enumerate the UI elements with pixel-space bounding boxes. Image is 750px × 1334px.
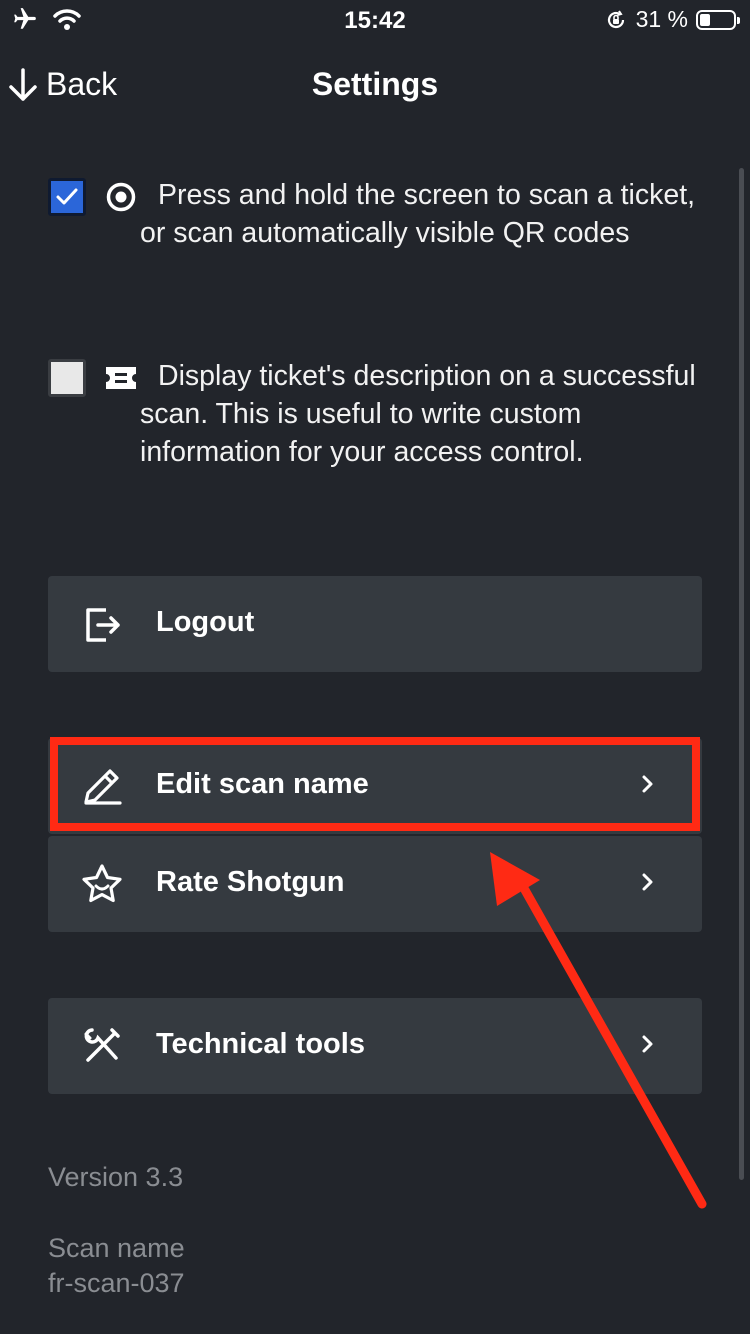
star-icon	[82, 864, 122, 903]
scan-mode-description: Press and hold the screen to scan a tick…	[140, 179, 696, 249]
edit-scan-name-button[interactable]: Edit scan name	[48, 738, 702, 834]
chevron-right-icon	[642, 775, 653, 793]
checkmark-icon	[56, 188, 78, 205]
rate-shotgun-label: Rate Shotgun	[156, 866, 345, 898]
ticket-description-text: Display ticket's description on a succes…	[140, 360, 696, 468]
technical-tools-button[interactable]: Technical tools	[48, 998, 702, 1094]
status-bar: 15:42 31 %	[0, 0, 750, 40]
battery-fill	[700, 13, 710, 26]
logout-button[interactable]: Logout	[48, 576, 702, 672]
scan-name-value: fr-scan-037	[48, 1268, 185, 1298]
battery-icon	[696, 9, 740, 30]
page-title: Settings	[311, 66, 439, 102]
rate-shotgun-button[interactable]: Rate Shotgun	[48, 836, 702, 932]
scrollbar[interactable]	[739, 168, 744, 1180]
battery-percent: 31 %	[635, 6, 688, 32]
logout-label: Logout	[156, 606, 255, 638]
target-icon	[106, 182, 136, 212]
edit-scan-name-label: Edit scan name	[156, 768, 369, 800]
pencil-icon	[84, 769, 122, 805]
orientation-lock-icon	[607, 9, 624, 28]
chevron-right-icon	[642, 873, 653, 891]
logout-icon	[86, 608, 120, 642]
nav-bar: Back Settings	[0, 50, 750, 120]
chevron-right-icon	[642, 1035, 653, 1053]
technical-tools-label: Technical tools	[156, 1028, 365, 1060]
ticket-icon	[106, 367, 136, 389]
tools-icon	[84, 1028, 120, 1062]
scan-name-label: Scan name	[48, 1233, 185, 1263]
status-right: 31 %	[604, 6, 740, 33]
version-text: Version 3.3	[48, 1162, 184, 1192]
scan-mode-checkbox[interactable]	[48, 178, 86, 216]
ticket-description-checkbox[interactable]	[48, 359, 86, 397]
